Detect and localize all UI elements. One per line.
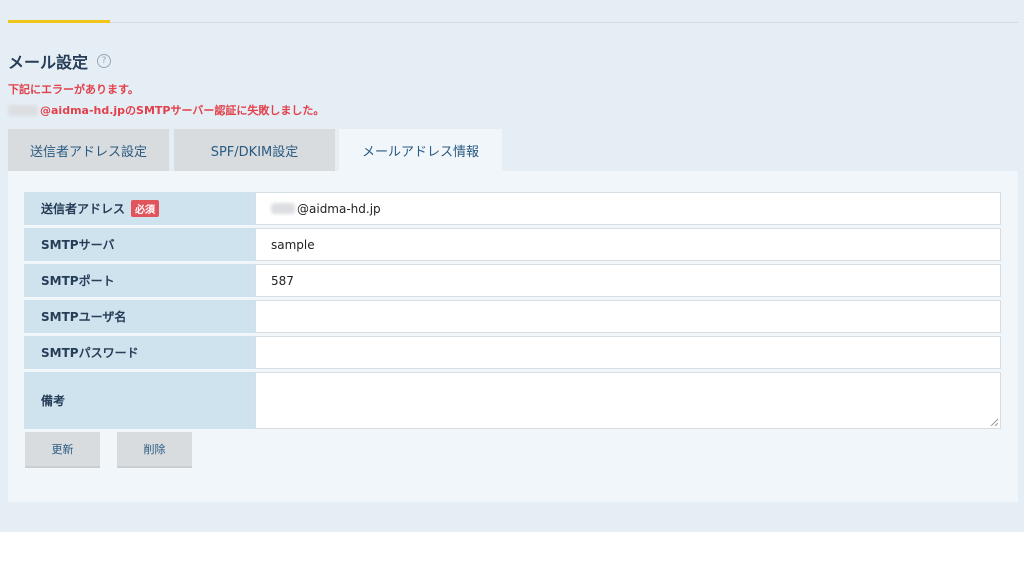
top-accent-bar	[8, 20, 110, 23]
error-detail: @aidma-hd.jpのSMTPサーバー認証に失敗しました。	[8, 102, 324, 118]
error-detail-text: @aidma-hd.jpのSMTPサーバー認証に失敗しました。	[40, 104, 325, 117]
smtp-username-input[interactable]	[255, 300, 1001, 333]
smtp-username-label: SMTPユーザ名	[24, 300, 255, 333]
required-badge: 必須	[131, 200, 160, 217]
delete-button[interactable]: 削除	[117, 432, 192, 468]
tab-mail-address-info[interactable]: メールアドレス情報	[339, 129, 502, 171]
form-row-smtp-password: SMTPパスワード	[24, 336, 1001, 369]
redacted-username	[271, 203, 295, 214]
notes-textarea[interactable]	[255, 372, 1001, 429]
tab-label: SPF/DKIM設定	[210, 144, 299, 160]
notes-label: 備考	[24, 372, 255, 429]
smtp-password-label: SMTPパスワード	[24, 336, 255, 369]
resize-handle-icon[interactable]	[990, 418, 998, 426]
sender-address-input[interactable]: @aidma-hd.jp	[255, 192, 1001, 225]
smtp-server-input[interactable]: sample	[255, 228, 1001, 261]
help-icon[interactable]: ?	[97, 54, 112, 68]
tab-label: 送信者アドレス設定	[29, 144, 147, 160]
smtp-port-label: SMTPポート	[24, 264, 255, 297]
form-row-smtp-username: SMTPユーザ名	[24, 300, 1001, 333]
form-row-notes: 備考	[24, 372, 1001, 429]
tab-spf-dkim[interactable]: SPF/DKIM設定	[174, 129, 335, 171]
error-summary: 下記にエラーがあります。	[8, 83, 139, 96]
smtp-password-input[interactable]	[255, 336, 1001, 369]
sender-address-value: @aidma-hd.jp	[297, 201, 381, 216]
form-row-smtp-port: SMTPポート 587	[24, 264, 1001, 297]
redacted-username	[8, 104, 38, 116]
update-button-label: 更新	[51, 443, 74, 456]
mail-settings-form: 送信者アドレス 必須 @aidma-hd.jp SMTPサーバ sample SM…	[24, 189, 1001, 432]
form-row-sender-address: 送信者アドレス 必須 @aidma-hd.jp	[24, 192, 1001, 225]
sender-address-label: 送信者アドレス 必須	[24, 192, 255, 225]
page-title: メール設定 ?	[8, 49, 112, 73]
smtp-server-label: SMTPサーバ	[24, 228, 255, 261]
top-divider	[110, 22, 1018, 23]
sender-address-label-text: 送信者アドレス	[41, 202, 126, 216]
smtp-port-input[interactable]: 587	[255, 264, 1001, 297]
form-row-smtp-server: SMTPサーバ sample	[24, 228, 1001, 261]
page-title-text: メール設定	[8, 53, 89, 72]
tab-sender-address[interactable]: 送信者アドレス設定	[8, 129, 169, 171]
tab-label: メールアドレス情報	[361, 144, 479, 160]
update-button[interactable]: 更新	[25, 432, 100, 468]
delete-button-label: 削除	[143, 443, 166, 456]
